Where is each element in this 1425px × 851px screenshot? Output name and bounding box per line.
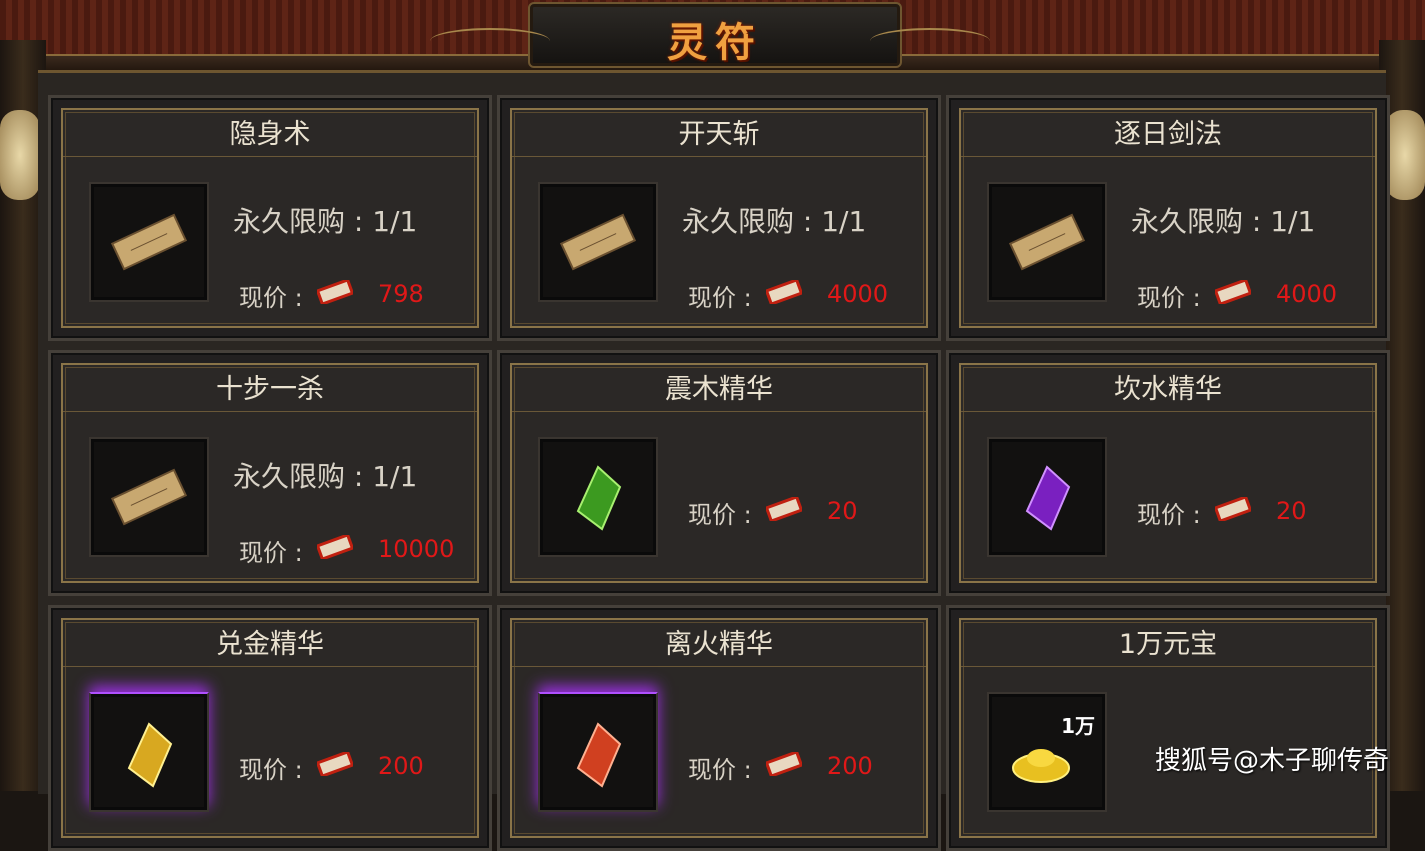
green-gem-icon — [576, 465, 622, 531]
lantern-icon — [0, 110, 40, 200]
shop-item-card[interactable]: 十步一杀 永久限购 : 1/1 现价 : 10000 — [48, 350, 492, 596]
item-slot[interactable] — [987, 437, 1107, 557]
gold-gem-icon — [127, 722, 173, 788]
item-slot[interactable] — [89, 437, 209, 557]
purchase-limit: 永久限购 : 1/1 — [1131, 205, 1316, 238]
item-slot[interactable] — [538, 182, 658, 302]
red-ticket-icon — [317, 280, 353, 304]
red-ticket-icon — [1215, 280, 1251, 304]
shop-item-card[interactable]: 兑金精华 现价 : 200 — [48, 605, 492, 851]
price-label: 现价 : — [239, 539, 303, 567]
red-ticket-icon — [317, 752, 353, 776]
item-price: 200 — [378, 752, 424, 780]
title-plate: 灵符 — [528, 2, 902, 68]
purchase-limit: 永久限购 : 1/1 — [233, 205, 418, 238]
item-price: 20 — [827, 497, 858, 525]
cloud-ornament-icon — [870, 28, 990, 54]
item-price: 4000 — [827, 280, 889, 308]
window-title: 灵符 — [667, 19, 763, 66]
shop-item-card[interactable]: 开天斩 永久限购 : 1/1 现价 : 4000 — [497, 95, 941, 341]
shop-item-card[interactable]: 坎水精华 现价 : 20 — [946, 350, 1390, 596]
scroll-icon — [110, 468, 188, 526]
item-slot[interactable] — [987, 182, 1107, 302]
red-ticket-icon — [766, 752, 802, 776]
item-name: 十步一杀 — [63, 369, 477, 412]
shop-item-card[interactable]: 隐身术 永久限购 : 1/1 现价 : 798 — [48, 95, 492, 341]
item-price: 4000 — [1276, 280, 1338, 308]
item-name: 开天斩 — [512, 114, 926, 157]
item-slot[interactable]: 1万 — [987, 692, 1107, 812]
shop-item-card[interactable]: 逐日剑法 永久限购 : 1/1 现价 : 4000 — [946, 95, 1390, 341]
item-slot[interactable] — [538, 692, 658, 812]
item-slot[interactable] — [538, 437, 658, 557]
scroll-icon — [1008, 213, 1086, 271]
scroll-icon — [110, 213, 188, 271]
scroll-icon — [559, 213, 637, 271]
item-name: 震木精华 — [512, 369, 926, 412]
price-label: 现价 : — [688, 501, 752, 529]
red-ticket-icon — [1215, 497, 1251, 521]
purchase-limit: 永久限购 : 1/1 — [682, 205, 867, 238]
item-name: 隐身术 — [63, 114, 477, 157]
item-price: 20 — [1276, 497, 1307, 525]
item-name: 逐日剑法 — [961, 114, 1375, 157]
price-label: 现价 : — [1137, 501, 1201, 529]
item-name: 坎水精华 — [961, 369, 1375, 412]
shop-item-card[interactable]: 震木精华 现价 : 20 — [497, 350, 941, 596]
shop-item-card[interactable]: 离火精华 现价 : 200 — [497, 605, 941, 851]
lantern-icon — [1385, 110, 1425, 200]
cloud-ornament-icon — [430, 28, 550, 54]
red-ticket-icon — [766, 280, 802, 304]
purple-gem-icon — [1025, 465, 1071, 531]
item-slot[interactable] — [89, 692, 209, 812]
item-name: 1万元宝 — [961, 624, 1375, 667]
purchase-limit: 永久限购 : 1/1 — [233, 460, 418, 493]
watermark: 搜狐号@木子聊传奇 — [1154, 746, 1389, 776]
price-label: 现价 : — [239, 284, 303, 312]
red-gem-icon — [576, 722, 622, 788]
price-label: 现价 : — [239, 756, 303, 784]
price-label: 现价 : — [688, 756, 752, 784]
price-label: 现价 : — [1137, 284, 1201, 312]
item-price: 200 — [827, 752, 873, 780]
item-price: 10000 — [378, 535, 455, 563]
red-ticket-icon — [317, 535, 353, 559]
item-name: 兑金精华 — [63, 624, 477, 667]
icon-quantity-label: 1万 — [1061, 714, 1095, 738]
item-slot[interactable] — [89, 182, 209, 302]
item-price: 798 — [378, 280, 424, 308]
shop-item-card[interactable]: 1万元宝 1万 — [946, 605, 1390, 851]
price-label: 现价 : — [688, 284, 752, 312]
red-ticket-icon — [766, 497, 802, 521]
item-name: 离火精华 — [512, 624, 926, 667]
